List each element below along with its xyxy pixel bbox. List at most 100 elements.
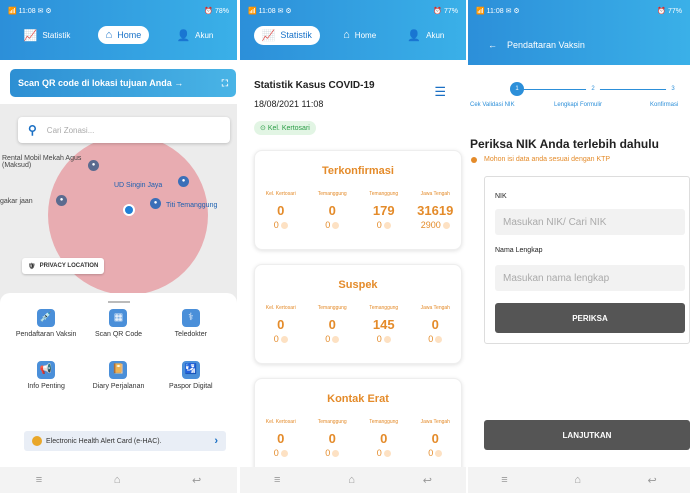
- nik-input[interactable]: [495, 209, 685, 235]
- privacy-location-badge[interactable]: 🛡 PRIVACY LOCATION: [22, 258, 105, 274]
- stat-delta: 0: [428, 334, 434, 344]
- home-key-icon[interactable]: ⌂: [574, 474, 581, 486]
- card-title: Suspek: [338, 279, 378, 291]
- col-label: Temanggung: [317, 191, 347, 197]
- stat-value: 0: [431, 431, 439, 446]
- statistik-header: 📶 11:08 ✉ ⚙ ⏰ 77% 📈 Statistik ⌂ Home 👤 Akun: [240, 0, 466, 60]
- menu-key-icon[interactable]: ≡: [36, 474, 42, 486]
- ehac-banner[interactable]: Electronic Health Alert Card (e-HAC). ›: [24, 431, 226, 451]
- nav-statistik[interactable]: 📈 Statistik: [16, 26, 79, 45]
- back-button[interactable]: ← Pendaftaran Vaksin: [488, 40, 585, 50]
- home-icon: ⌂: [343, 29, 350, 41]
- qr-icon: ▦: [109, 309, 128, 327]
- ehac-label: Electronic Health Alert Card (e-HAC).: [46, 437, 162, 445]
- menu-scan-qr[interactable]: ▦ Scan QR Code: [82, 309, 154, 355]
- step-label: Lengkapi Formulir: [554, 102, 603, 108]
- stat-delta: 2900: [420, 220, 441, 230]
- home-key-icon[interactable]: ⌂: [114, 474, 121, 486]
- nav-statistik-label: Statistik: [42, 30, 71, 40]
- user-icon: 👤: [407, 29, 422, 42]
- search-icon: ⚲: [28, 123, 37, 137]
- map-pin-icon[interactable]: ●: [56, 195, 67, 206]
- scan-qr-banner[interactable]: Scan QR code di lokasi tujuan Anda → ⛶: [10, 69, 236, 97]
- filter-icon[interactable]: ☰: [434, 84, 446, 100]
- map-label: UD Singin Jaya: [114, 182, 163, 189]
- step-label: Cek Validasi NIK: [470, 102, 515, 108]
- location-chip[interactable]: ⊙ Kel. Kertosari: [254, 121, 316, 135]
- home-header: 📶 11:08 ✉ ⚙ ⏰ 78% 📈 Statistik ⌂ Home 👤 Akun: [0, 0, 237, 60]
- step-2[interactable]: 2: [586, 82, 600, 96]
- status-bar: 📶 11:08 ✉ ⚙ ⏰ 78%: [0, 0, 237, 22]
- menu-paspor-digital[interactable]: 🛂 Paspor Digital: [155, 361, 227, 407]
- home-key-icon[interactable]: ⌂: [348, 474, 355, 486]
- map-label: Rental Mobil Mekah Agus (Maksud): [2, 155, 82, 169]
- nav-akun[interactable]: 👤 Akun: [399, 26, 452, 45]
- stat-value: 0: [328, 317, 336, 332]
- card-suspek: Suspek Kel. Kertosari 0 0 Temanggung 0 0 Tem…: [254, 264, 462, 364]
- status-bar: 📶 11:08 ✉ ⚙ ⏰ 77%: [468, 0, 690, 22]
- nav-akun[interactable]: 👤 Akun: [168, 26, 221, 45]
- menu-info-penting[interactable]: 📢 Info Penting: [10, 361, 82, 407]
- menu-label: Diary Perjalanan: [92, 383, 145, 390]
- map-pin-icon[interactable]: ●: [178, 176, 189, 187]
- card-title: Terkonfirmasi: [322, 165, 394, 177]
- nav-home[interactable]: ⌂ Home: [335, 26, 384, 44]
- menu-diary-perjalanan[interactable]: 📔 Diary Perjalanan: [82, 361, 154, 407]
- home-icon: ⌂: [105, 29, 113, 41]
- nav-akun-label: Akun: [195, 30, 214, 40]
- status-left: 📶 11:08 ✉ ⚙: [476, 8, 520, 15]
- back-key-icon[interactable]: ↩: [647, 474, 656, 487]
- nav-statistik[interactable]: 📈 Statistik: [253, 25, 320, 45]
- lanjutkan-button[interactable]: LANJUTKAN: [484, 420, 690, 450]
- menu-key-icon[interactable]: ≡: [274, 474, 280, 486]
- status-right: ⏰ 77%: [657, 8, 682, 15]
- back-key-icon[interactable]: ↩: [423, 474, 432, 487]
- stats-date: 18/08/2021 11:08: [254, 99, 324, 109]
- menu-label: Pendaftaran Vaksin: [15, 331, 77, 338]
- col-label: Jawa Tengah: [420, 305, 450, 311]
- menu-label: Info Penting: [27, 383, 65, 390]
- chevron-right-icon: ›: [214, 435, 218, 447]
- step-number: 3: [671, 86, 675, 92]
- page-title: Statistik Kasus COVID-19: [254, 80, 375, 91]
- status-left: 📶 11:08 ✉ ⚙: [248, 8, 292, 15]
- current-location-dot: [123, 204, 135, 216]
- stat-value: 0: [328, 203, 336, 218]
- stat-value: 31619: [417, 203, 454, 218]
- stat-delta: 0: [325, 220, 331, 230]
- step-number: 2: [591, 86, 595, 92]
- menu-key-icon[interactable]: ≡: [501, 474, 507, 486]
- status-right: ⏰ 78%: [204, 8, 229, 15]
- map-pin-icon[interactable]: ●: [150, 198, 161, 209]
- statistik-screen: 📶 11:08 ✉ ⚙ ⏰ 77% 📈 Statistik ⌂ Home 👤 Akun…: [240, 0, 466, 493]
- stepper: 1 2 3 Cek Validasi NIK Lengkapi Formulir…: [468, 82, 690, 112]
- nav-home-label: Home: [354, 30, 377, 40]
- top-nav: 📈 Statistik ⌂ Home 👤 Akun: [0, 22, 237, 48]
- menu-teledokter[interactable]: ⚕ Teledokter: [155, 309, 227, 355]
- card-terkonfirmasi: Terkonfirmasi Kel. Kertosari 0 0 Temanggun…: [254, 150, 462, 250]
- chart-icon: 📈: [23, 29, 38, 42]
- ktp-note: Mohon isi data anda sesuai dengan KTP: [470, 156, 611, 163]
- passport-icon: 🛂: [181, 361, 200, 379]
- stat-value: 145: [372, 317, 395, 332]
- step-3[interactable]: 3: [666, 82, 680, 96]
- search-placeholder: Cari Zonasi...: [46, 125, 95, 135]
- back-key-icon[interactable]: ↩: [192, 474, 201, 487]
- stat-delta: 0: [273, 448, 279, 458]
- map-label: Titi Temanggung: [166, 202, 218, 209]
- status-bar: 📶 11:08 ✉ ⚙ ⏰ 77%: [240, 0, 466, 22]
- system-nav-bar: ≡ ⌂ ↩: [468, 467, 690, 493]
- stat-delta: 0: [325, 448, 331, 458]
- step-1[interactable]: 1: [510, 82, 524, 96]
- nav-home[interactable]: ⌂ Home: [97, 26, 150, 44]
- menu-pendaftaran-vaksin[interactable]: 💉 Pendaftaran Vaksin: [10, 309, 82, 355]
- megaphone-icon: 📢: [37, 361, 56, 379]
- col-label: Temanggung: [369, 191, 399, 197]
- nav-akun-label: Akun: [426, 30, 445, 40]
- nav-home-label: Home: [117, 30, 142, 40]
- map-pin-icon[interactable]: ●: [88, 160, 99, 171]
- periksa-button[interactable]: PERIKSA: [495, 303, 685, 333]
- name-input[interactable]: [495, 265, 685, 291]
- zone-search-input[interactable]: ⚲ Cari Zonasi...: [18, 117, 230, 143]
- stat-delta: 0: [428, 448, 434, 458]
